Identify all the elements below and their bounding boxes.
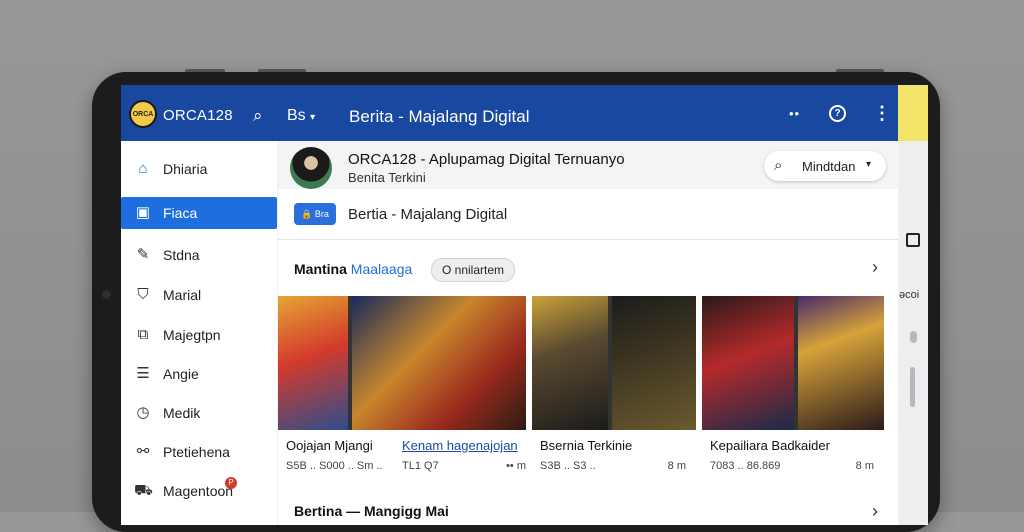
language-label: Bs: [287, 107, 306, 124]
language-selector[interactable]: Bs ▾: [287, 107, 315, 125]
sidebar-item-label: Angie: [163, 366, 199, 382]
help-icon[interactable]: ?: [829, 105, 846, 122]
edit-icon: ✎: [136, 246, 150, 263]
sidebar-item-magazine[interactable]: ⧉ Majegtpn: [121, 319, 277, 351]
chevron-down-icon: ▾: [866, 159, 872, 170]
app-screen: ORCA ORCA128 ⌕ Bs ▾ Berita - Majalang Di…: [121, 85, 928, 525]
section-heading-text: Mantina: [294, 261, 347, 277]
sidebar-item-edit[interactable]: ✎ Stdna: [121, 239, 277, 271]
home-icon: ⌂: [138, 160, 148, 177]
filter-label: Mindtdan: [802, 159, 856, 174]
clock-icon: ◷: [136, 404, 150, 421]
card-carousel: Oojajan Mjangi S5B .. S000 .. Sm .. Kena…: [278, 296, 898, 496]
sidebar-item-label: Marial: [163, 287, 202, 303]
main-content: ORCA128 - Aplupamag Digital Ternuanyo Be…: [278, 141, 898, 525]
chip-label: Bra: [314, 209, 329, 219]
page-title: Berita - Majalang Digital: [349, 107, 530, 126]
link-icon: ⚯: [136, 443, 150, 460]
sidebar-item-label: Fiaca: [163, 205, 198, 221]
magazine-row[interactable]: 🔒 Bra Bertia - Majalang Digital: [278, 189, 898, 240]
scrollbar[interactable]: [910, 367, 915, 407]
sidebar-item-label: Magentoon: [163, 483, 234, 499]
card-poster: [702, 296, 884, 430]
sidebar-item-home[interactable]: ⌂ Dhiaria: [121, 153, 277, 185]
section-heading: Mantina Maalaaga: [294, 261, 412, 277]
sidebar-item-store[interactable]: ⛟ Magentoon P: [121, 475, 277, 507]
sidebar-item-bookmark[interactable]: ⛉ Marial: [121, 279, 277, 311]
magazine-title: Bertia - Majalang Digital: [348, 206, 508, 223]
avatar[interactable]: [290, 147, 332, 189]
chevron-right-icon[interactable]: ›: [872, 257, 878, 278]
card-duration: 8 m: [855, 460, 874, 472]
channel-title: ORCA128 - Aplupamag Digital Ternuanyo: [348, 151, 625, 168]
card-poster: [278, 296, 526, 430]
sidebar: ⌂ Dhiaria ▣ Fiaca ✎ Stdna ⛉ Marial ⧉ Maj…: [121, 141, 277, 525]
bookmark-icon: ⛉: [137, 286, 149, 303]
top-bar: ORCA ORCA128 ⌕ Bs ▾ Berita - Majalang Di…: [121, 85, 898, 141]
more-options-icon[interactable]: ⋮: [873, 104, 891, 122]
magazine-chip: 🔒 Bra: [294, 203, 336, 225]
sidebar-item-active[interactable]: ▣ Fiaca: [121, 197, 277, 229]
camera: [102, 290, 111, 299]
right-rail: əcoi: [899, 141, 928, 525]
sidebar-item-list[interactable]: ☰ Angie: [121, 358, 277, 390]
card-duration: 8 m: [667, 460, 686, 472]
search-icon: ⌕: [774, 157, 783, 174]
panel-icon[interactable]: [906, 233, 920, 247]
card-duration: •• m: [506, 460, 526, 472]
card-meta: S3B .. S3 ..: [540, 460, 596, 472]
card-title: Bsernia Terkinie: [540, 438, 633, 453]
magazine-icon: ⧉: [137, 326, 149, 343]
accent-strip: [898, 85, 928, 141]
sidebar-item-label: Dhiaria: [163, 161, 208, 177]
card-meta: S5B .. S000 .. Sm ..: [286, 460, 383, 472]
notification-badge: P: [225, 477, 237, 489]
card-title: Kenam hagenajojan: [402, 438, 518, 453]
rail-text: əcoi: [899, 289, 920, 301]
apps-icon[interactable]: ••: [789, 106, 800, 121]
channel-header: ORCA128 - Aplupamag Digital Ternuanyo Be…: [278, 141, 898, 189]
sidebar-item-link[interactable]: ⚯ Ptetiehena: [121, 436, 277, 468]
card-meta: TL1 Q7: [402, 460, 439, 472]
sidebar-item-label: Majegtpn: [163, 327, 221, 343]
sidebar-item-history[interactable]: ◷ Medik: [121, 397, 277, 429]
app-name[interactable]: ORCA128: [163, 107, 233, 124]
chevron-down-icon: ▾: [310, 112, 316, 123]
channel-subtitle: Benita Terkini: [348, 170, 426, 185]
list-icon: ☰: [136, 365, 150, 382]
section-heading-accent: Maalaaga: [350, 261, 413, 277]
card-meta: 7083 .. 86.869: [710, 460, 781, 472]
sidebar-item-label: Ptetiehena: [163, 444, 230, 460]
card-poster: [532, 296, 696, 430]
section-tag[interactable]: O nnilartem: [431, 258, 516, 282]
square-icon: ▣: [135, 204, 151, 221]
lock-icon: 🔒: [301, 209, 313, 219]
card-title: Kepailiara Badkaider: [710, 438, 830, 453]
filter-dropdown[interactable]: ⌕ Mindtdan ▾: [764, 151, 886, 181]
bag-icon: ⛟: [134, 482, 153, 499]
search-icon[interactable]: ⌕: [253, 106, 263, 126]
app-logo[interactable]: ORCA: [129, 100, 157, 128]
logo-text: ORCA: [132, 110, 154, 118]
card-title: Oojajan Mjangi: [286, 438, 373, 453]
sidebar-item-label: Stdna: [163, 247, 200, 263]
sidebar-item-label: Medik: [163, 405, 201, 421]
next-section-heading: Bertina — Mangigg Mai: [294, 503, 449, 519]
scroll-indicator[interactable]: [910, 331, 917, 343]
